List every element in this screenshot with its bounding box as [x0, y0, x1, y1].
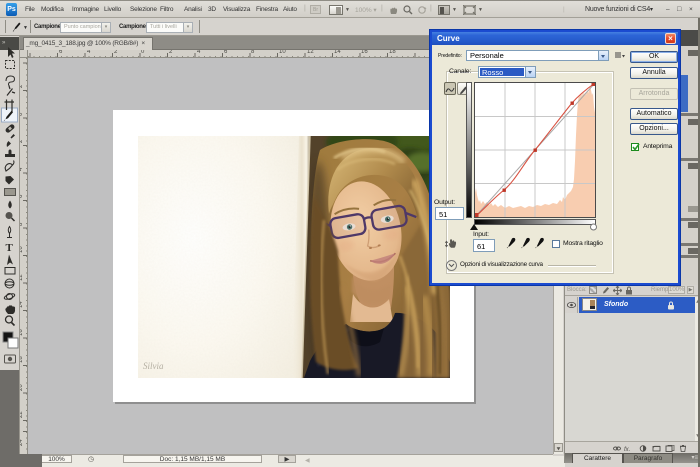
svg-text:Silvia: Silvia — [143, 361, 164, 371]
svg-text:T: T — [6, 242, 14, 254]
svg-text:fx.: fx. — [624, 447, 630, 452]
